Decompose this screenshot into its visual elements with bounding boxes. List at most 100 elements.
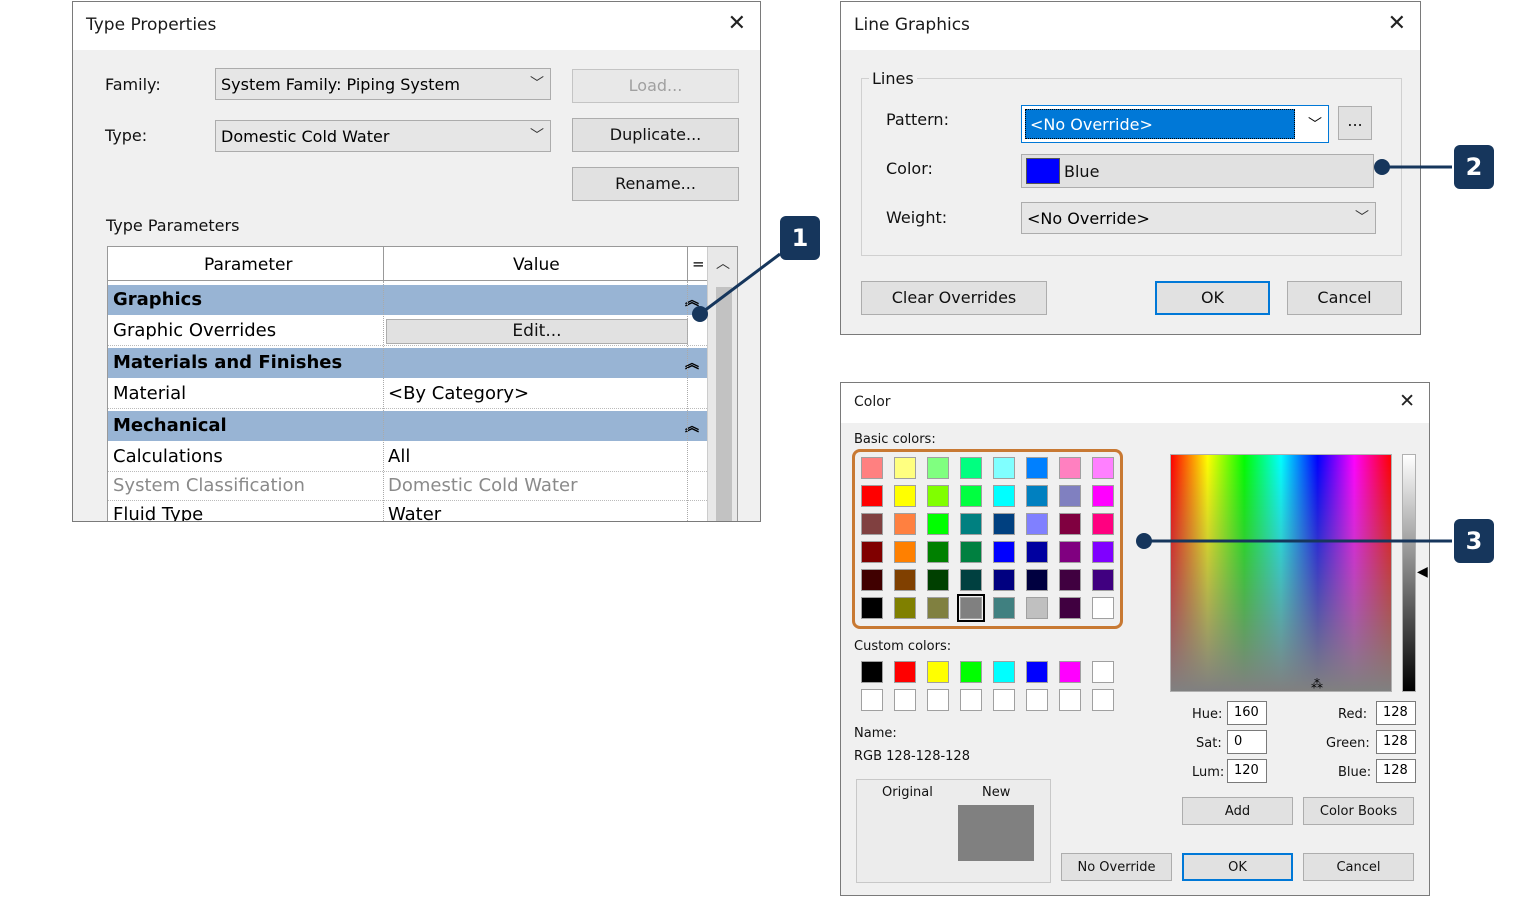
luminance-arrow-icon[interactable]: ◀ [1417,564,1428,580]
param-name: Calculations [113,446,223,467]
chevron-down-icon: ﹀ [1355,210,1369,226]
ok-button[interactable]: OK [1182,853,1293,881]
green-input[interactable]: 128 [1376,730,1416,754]
pattern-browse-button[interactable]: ... [1338,106,1372,140]
color-swatch[interactable] [894,689,916,711]
column-header-eq[interactable]: = [692,255,705,273]
callout-3: 3 [1454,519,1494,563]
sat-label: Sat: [1196,736,1222,751]
column-header-parameter[interactable]: Parameter [204,255,292,275]
add-button[interactable]: Add [1182,797,1293,825]
column-divider [687,281,688,521]
color-swatch[interactable] [1092,689,1114,711]
column-divider [383,281,384,521]
pattern-label: Pattern: [886,110,949,129]
new-color-swatch [958,805,1034,861]
color-swatch[interactable] [894,661,916,683]
weight-dropdown[interactable]: <No Override> ﹀ [1021,202,1376,234]
color-dialog: Color ✕ Basic colors: Custom colors: Nam… [840,382,1430,896]
hue-input[interactable]: 160 [1227,701,1267,725]
weight-label: Weight: [886,208,948,227]
type-parameters-table: Parameter Value = ︿ Graphics ︽ Graphic O… [107,246,738,521]
color-swatch[interactable] [1026,661,1048,683]
cancel-button[interactable]: Cancel [1303,853,1414,881]
scroll-up-icon[interactable]: ︿ [716,253,730,273]
color-titlebar: Color ✕ [841,383,1429,423]
category-row-mechanical[interactable]: Mechanical ︽ [108,411,707,441]
clear-overrides-button[interactable]: Clear Overrides [861,281,1047,315]
line-graphics-dialog: Line Graphics ✕ Lines Pattern: <No Overr… [840,1,1421,335]
color-spectrum[interactable]: ⁂ [1170,454,1392,692]
table-row: System Classification Domestic Cold Wate… [108,471,707,501]
no-override-button[interactable]: No Override [1061,853,1172,881]
red-input[interactable]: 128 [1376,701,1416,725]
color-swatch[interactable] [1026,689,1048,711]
basic-colors-label: Basic colors: [854,432,936,447]
column-divider [687,247,688,281]
color-swatch[interactable] [861,661,883,683]
rename-button[interactable]: Rename... [572,167,739,201]
callout-1: 1 [780,216,820,260]
param-value[interactable]: All [388,446,410,467]
scrollbar-thumb[interactable] [716,287,732,521]
param-value[interactable]: <By Category> [388,383,529,404]
table-row: Graphic Overrides Edit... [108,316,707,346]
pattern-dropdown[interactable]: <No Override> ﹀ [1021,105,1329,143]
red-label: Red: [1338,707,1368,722]
callout-1-anchor [692,306,708,322]
close-icon[interactable]: ✕ [1399,392,1415,411]
callout-2: 2 [1454,145,1494,189]
color-swatch[interactable] [1059,689,1081,711]
name-value: RGB 128-128-128 [854,749,970,764]
family-label: Family: [105,75,161,94]
column-divider [383,247,384,281]
color-swatch[interactable] [993,661,1015,683]
color-swatch[interactable] [993,689,1015,711]
column-header-value[interactable]: Value [513,255,560,275]
color-swatch[interactable] [861,689,883,711]
color-swatch[interactable] [960,689,982,711]
param-value[interactable]: Water [388,504,441,521]
weight-dropdown-value: <No Override> [1027,209,1150,228]
pattern-dropdown-selected: <No Override> [1025,109,1295,139]
type-dropdown[interactable]: Domestic Cold Water ﹀ [215,120,551,152]
ok-button[interactable]: OK [1155,281,1270,315]
type-label: Type: [105,126,148,145]
type-parameters-label: Type Parameters [106,216,240,235]
category-row-graphics[interactable]: Graphics ︽ [108,285,707,315]
name-label: Name: [854,726,897,741]
color-swatch[interactable] [960,661,982,683]
category-label: Mechanical [113,415,227,436]
blue-input[interactable]: 128 [1376,759,1416,783]
sat-input[interactable]: 0 [1227,730,1267,754]
category-row-materials[interactable]: Materials and Finishes ︽ [108,348,707,378]
param-name: Graphic Overrides [113,320,277,341]
blue-label: Blue: [1338,765,1372,780]
luminance-bar[interactable] [1402,454,1416,692]
custom-colors-label: Custom colors: [854,639,952,654]
color-label: Color: [886,159,933,178]
green-label: Green: [1326,736,1370,751]
color-swatch[interactable] [927,661,949,683]
color-books-button[interactable]: Color Books [1303,797,1414,825]
family-dropdown[interactable]: System Family: Piping System ﹀ [215,68,551,100]
color-swatch[interactable] [1059,661,1081,683]
table-scrollbar[interactable]: ︿ [707,247,737,521]
close-icon[interactable]: ✕ [1388,13,1406,35]
family-dropdown-value: System Family: Piping System [221,75,460,94]
lum-input[interactable]: 120 [1227,759,1267,783]
load-button[interactable]: Load... [572,69,739,103]
type-properties-titlebar: Type Properties ✕ [73,2,760,50]
close-icon[interactable]: ✕ [728,13,746,35]
duplicate-button[interactable]: Duplicate... [572,118,739,152]
type-properties-title: Type Properties [86,15,217,35]
color-button[interactable]: Blue [1021,154,1374,188]
cancel-button[interactable]: Cancel [1287,281,1402,315]
callout-2-anchor [1374,159,1390,175]
color-dialog-title: Color [854,394,891,410]
color-swatch[interactable] [1092,661,1114,683]
param-name: System Classification [113,475,305,496]
edit-button[interactable]: Edit... [386,319,688,344]
param-value: Domestic Cold Water [388,475,578,496]
color-swatch[interactable] [927,689,949,711]
